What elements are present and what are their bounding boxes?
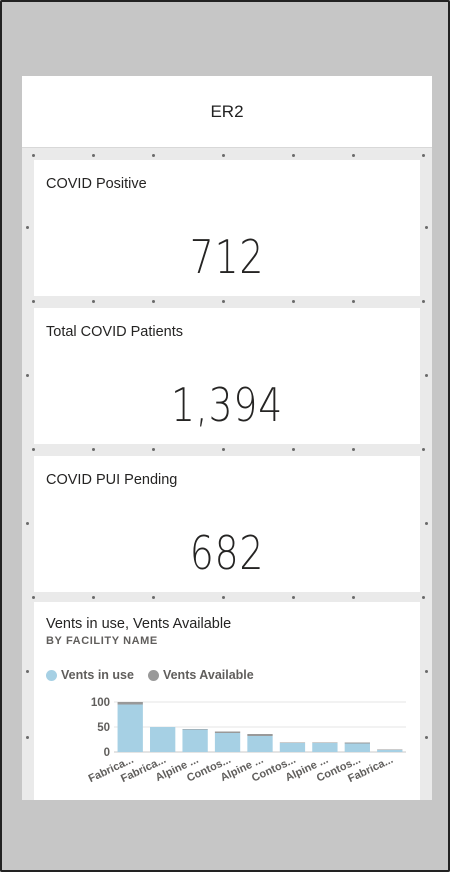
- bar-vents-available[interactable]: [182, 729, 208, 730]
- resize-handle-dot: [292, 154, 295, 157]
- resize-handle-dot: [352, 448, 355, 451]
- resize-handle-dot: [26, 670, 29, 673]
- resize-handle-dot: [26, 226, 29, 229]
- resize-handle-dot: [222, 448, 225, 451]
- resize-handle-dot: [26, 736, 29, 739]
- kpi-card-covid-pui-pending[interactable]: COVID PUI Pending 682: [34, 456, 420, 592]
- resize-handle-dot: [425, 736, 428, 739]
- resize-handle-dot: [292, 448, 295, 451]
- legend-label: Vents Available: [162, 668, 254, 682]
- bar-vents-available[interactable]: [214, 731, 241, 734]
- resize-handle-dot: [152, 300, 155, 303]
- card-title: Total COVID Patients: [46, 324, 183, 340]
- legend-item-vents-available[interactable]: Vents Available: [147, 668, 254, 682]
- bar-chart: 050100Fabrica...Fabrica...Alpine ...Cont…: [87, 697, 406, 785]
- kpi-card-covid-positive[interactable]: COVID Positive 712: [34, 160, 420, 296]
- dashboard-title: ER2: [210, 101, 244, 121]
- resize-handle-dot: [425, 522, 428, 525]
- resize-handle-dot: [92, 596, 95, 599]
- resize-handle-dot: [152, 596, 155, 599]
- resize-handle-dot: [222, 300, 225, 303]
- y-tick-label: 100: [91, 697, 110, 709]
- legend-swatch-icon: [147, 669, 159, 681]
- card-value: 682: [189, 526, 265, 580]
- bar-vents-in-use[interactable]: [182, 729, 208, 753]
- legend-swatch-icon: [46, 669, 57, 681]
- resize-handle-dot: [352, 596, 355, 599]
- resize-handle-dot: [26, 374, 29, 377]
- resize-handle-dot: [92, 154, 95, 157]
- bar-vents-in-use[interactable]: [214, 733, 241, 752]
- resize-handle-dot: [32, 596, 35, 599]
- resize-handle-dot: [422, 448, 425, 451]
- resize-handle-dot: [32, 154, 35, 157]
- resize-handle-dot: [222, 154, 225, 157]
- bar-vents-available[interactable]: [377, 749, 403, 751]
- bar-vents-in-use[interactable]: [344, 743, 370, 753]
- dashboard-header: ER2: [22, 76, 432, 148]
- resize-handle-dot: [425, 374, 428, 377]
- bar-vents-in-use[interactable]: [312, 743, 338, 752]
- chart-legend: Vents in use Vents Available: [46, 668, 254, 682]
- bar-vents-in-use[interactable]: [279, 743, 306, 752]
- resize-handle-dot: [292, 300, 295, 303]
- device-frame: ER2 COVID Positive 712 Total COVID Patie…: [0, 0, 450, 872]
- bar-vents-available[interactable]: [247, 734, 273, 736]
- resize-handle-dot: [92, 448, 95, 451]
- bar-vents-in-use[interactable]: [117, 704, 143, 753]
- card-title: COVID PUI Pending: [46, 472, 178, 488]
- bar-vents-in-use[interactable]: [377, 750, 403, 752]
- resize-handle-dot: [92, 300, 95, 303]
- dashboard: ER2 COVID Positive 712 Total COVID Patie…: [22, 76, 432, 800]
- chart-card-vents[interactable]: Vents in use, Vents Available BY FACILIT…: [34, 602, 420, 800]
- resize-handle-dot: [422, 596, 425, 599]
- bar-vents-in-use[interactable]: [150, 727, 176, 752]
- bar-vents-available[interactable]: [279, 742, 306, 744]
- y-tick-label: 50: [97, 722, 110, 734]
- kpi-card-total-covid-patients[interactable]: Total COVID Patients 1,394: [34, 308, 420, 444]
- bar-vents-available[interactable]: [117, 702, 143, 705]
- y-tick-label: 0: [104, 747, 110, 759]
- bar-vents-in-use[interactable]: [247, 736, 273, 752]
- resize-handle-dot: [292, 596, 295, 599]
- resize-handle-dot: [152, 448, 155, 451]
- resize-handle-dot: [26, 522, 29, 525]
- resize-handle-dot: [422, 154, 425, 157]
- resize-handle-dot: [425, 670, 428, 673]
- resize-handle-dot: [222, 596, 225, 599]
- legend-label: Vents in use: [61, 668, 134, 682]
- legend-item-vents-in-use[interactable]: Vents in use: [46, 668, 134, 682]
- resize-handle-dot: [425, 226, 428, 229]
- card-value: 712: [189, 230, 265, 284]
- resize-handle-dot: [352, 300, 355, 303]
- chart-subtitle: BY FACILITY NAME: [46, 635, 158, 647]
- card-value: 1,394: [170, 378, 284, 432]
- chart-title: Vents in use, Vents Available: [46, 616, 232, 632]
- resize-handle-dot: [32, 448, 35, 451]
- card-title: COVID Positive: [46, 176, 147, 192]
- resize-handle-dot: [422, 300, 425, 303]
- resize-handle-dot: [352, 154, 355, 157]
- resize-handle-dot: [32, 300, 35, 303]
- bar-vents-available[interactable]: [344, 742, 370, 744]
- resize-handle-dot: [152, 154, 155, 157]
- bar-vents-available[interactable]: [312, 742, 338, 744]
